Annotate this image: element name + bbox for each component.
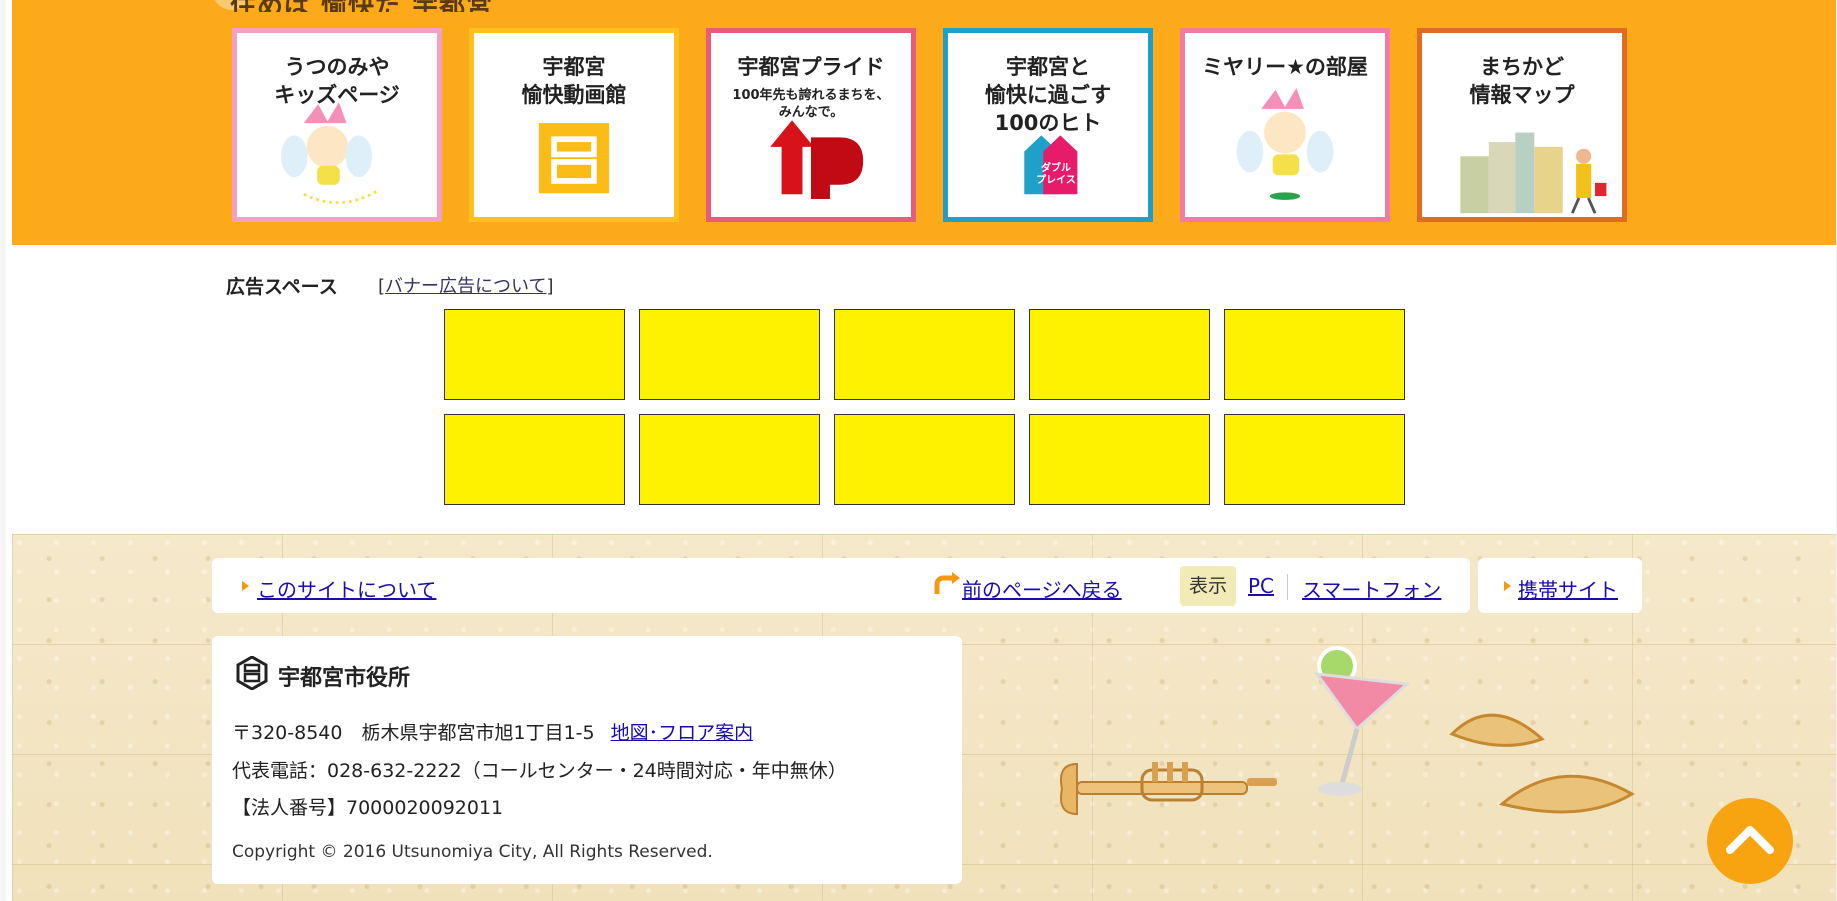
ad-space-label: 広告スペース <box>226 276 338 298</box>
cocktail-icon <box>1313 646 1411 796</box>
back-to-top-button[interactable] <box>1707 798 1793 884</box>
ad-slot[interactable] <box>639 309 820 400</box>
banner-list: うつのみや キッズページ 宇都宮 愉快動画館 宇都宮プライド 100年先も誇れるまちを… <box>232 28 1627 222</box>
ad-slot[interactable] <box>834 414 1015 505</box>
bullet-arrow-icon <box>242 581 249 591</box>
ad-slot[interactable] <box>1224 414 1405 505</box>
banner-title: 宇都宮と 愉快に過ごす 100のヒト <box>984 55 1112 135</box>
banner-ad-info-link[interactable]: バナー広告について <box>385 276 546 297</box>
mobile-site-link[interactable]: 携帯サイト <box>1518 574 1618 603</box>
featured-banner-band: 住めば 愉快だ 宇都宮 うつのみや キッズページ 宇都宮 愉快動画館 宇都宮プライド… <box>12 0 1836 245</box>
banner-5[interactable]: ミヤリー★の部屋 <box>1180 28 1390 222</box>
address-card: 宇都宮市役所 〒320-8540 栃木県宇都宮市旭1丁目1-5 地図･フロア案内 … <box>212 636 962 884</box>
smartphone-view-link[interactable]: スマートフォン <box>1302 574 1441 603</box>
bracket-open: [ <box>378 276 386 297</box>
banner-4[interactable]: 宇都宮と 愉快に過ごす 100のヒトダブル プレイス <box>943 28 1153 222</box>
back-page-link[interactable]: 前のページへ戻る <box>962 574 1122 603</box>
ad-slot[interactable] <box>834 309 1015 400</box>
ad-slot[interactable] <box>639 414 820 505</box>
bracket-close: ] <box>546 276 554 297</box>
map-floor-link[interactable]: 地図･フロア案内 <box>611 722 754 744</box>
ad-slot[interactable] <box>444 309 625 400</box>
band-heading: 住めば 愉快だ 宇都宮 <box>230 0 493 12</box>
banner-ad-info: [バナー広告について] <box>378 272 554 298</box>
banner-2[interactable]: 宇都宮 愉快動画館 <box>469 28 679 222</box>
mobile-site-box: 携帯サイト <box>1478 558 1642 613</box>
about-site-link[interactable]: このサイトについて <box>257 574 436 603</box>
address-line: 〒320-8540 栃木県宇都宮市旭1丁目1-5 地図･フロア案内 <box>232 718 753 745</box>
bullet-arrow-icon <box>1504 581 1511 591</box>
pc-view-link[interactable]: PC <box>1248 574 1274 598</box>
banner-title: うつのみや キッズページ <box>274 55 400 107</box>
banner-6[interactable]: まちかど 情報マップ <box>1417 28 1627 222</box>
ad-slot[interactable] <box>1029 414 1210 505</box>
footer: このサイトについて 前のページへ戻る 表示 PC スマートフォン 携帯サイト 宇… <box>12 534 1837 901</box>
city-emblem-icon <box>236 656 268 690</box>
copyright: Copyright © 2016 Utsunomiya City, All Ri… <box>232 842 713 862</box>
chevron-up-icon <box>1726 826 1774 854</box>
double-place-label: ダブル プレイス <box>1036 163 1076 186</box>
ad-slot[interactable] <box>1029 309 1210 400</box>
trumpet-icon <box>1060 762 1277 816</box>
back-arrow-icon <box>934 572 960 594</box>
phone-line: 代表電話：028-632-2222（コールセンター・24時間対応・年中無休） <box>232 760 847 782</box>
page: 住めば 愉快だ 宇都宮 うつのみや キッズページ 宇都宮 愉快動画館 宇都宮プライド… <box>0 0 1837 901</box>
banner-title: ミヤリー★の部屋 <box>1202 55 1368 79</box>
display-mode-label: 表示 <box>1180 566 1236 606</box>
ad-grid <box>444 309 1405 505</box>
banner-1[interactable]: うつのみや キッズページ <box>232 28 442 222</box>
address-text: 〒320-8540 栃木県宇都宮市旭1丁目1-5 <box>232 722 595 744</box>
corp-number-line: 【法人番号】7000020092011 <box>232 797 504 819</box>
banner-title: 宇都宮プライド <box>737 55 885 79</box>
footer-nav: このサイトについて 前のページへ戻る 表示 PC スマートフォン <box>212 558 1470 613</box>
ad-slot[interactable] <box>1224 309 1405 400</box>
gyoza-icon <box>1449 713 1635 814</box>
divider <box>1287 574 1288 600</box>
banner-3[interactable]: 宇都宮プライド 100年先も誇れるまちを、 みんなで。 <box>706 28 916 222</box>
org-name: 宇都宮市役所 <box>278 666 411 691</box>
ad-slot[interactable] <box>444 414 625 505</box>
banner-title: まちかど 情報マップ <box>1469 55 1575 107</box>
banner-title: 宇都宮 愉快動画館 <box>521 55 627 107</box>
banner-subtitle: 100年先も誇れるまちを、 みんなで。 <box>732 88 890 120</box>
